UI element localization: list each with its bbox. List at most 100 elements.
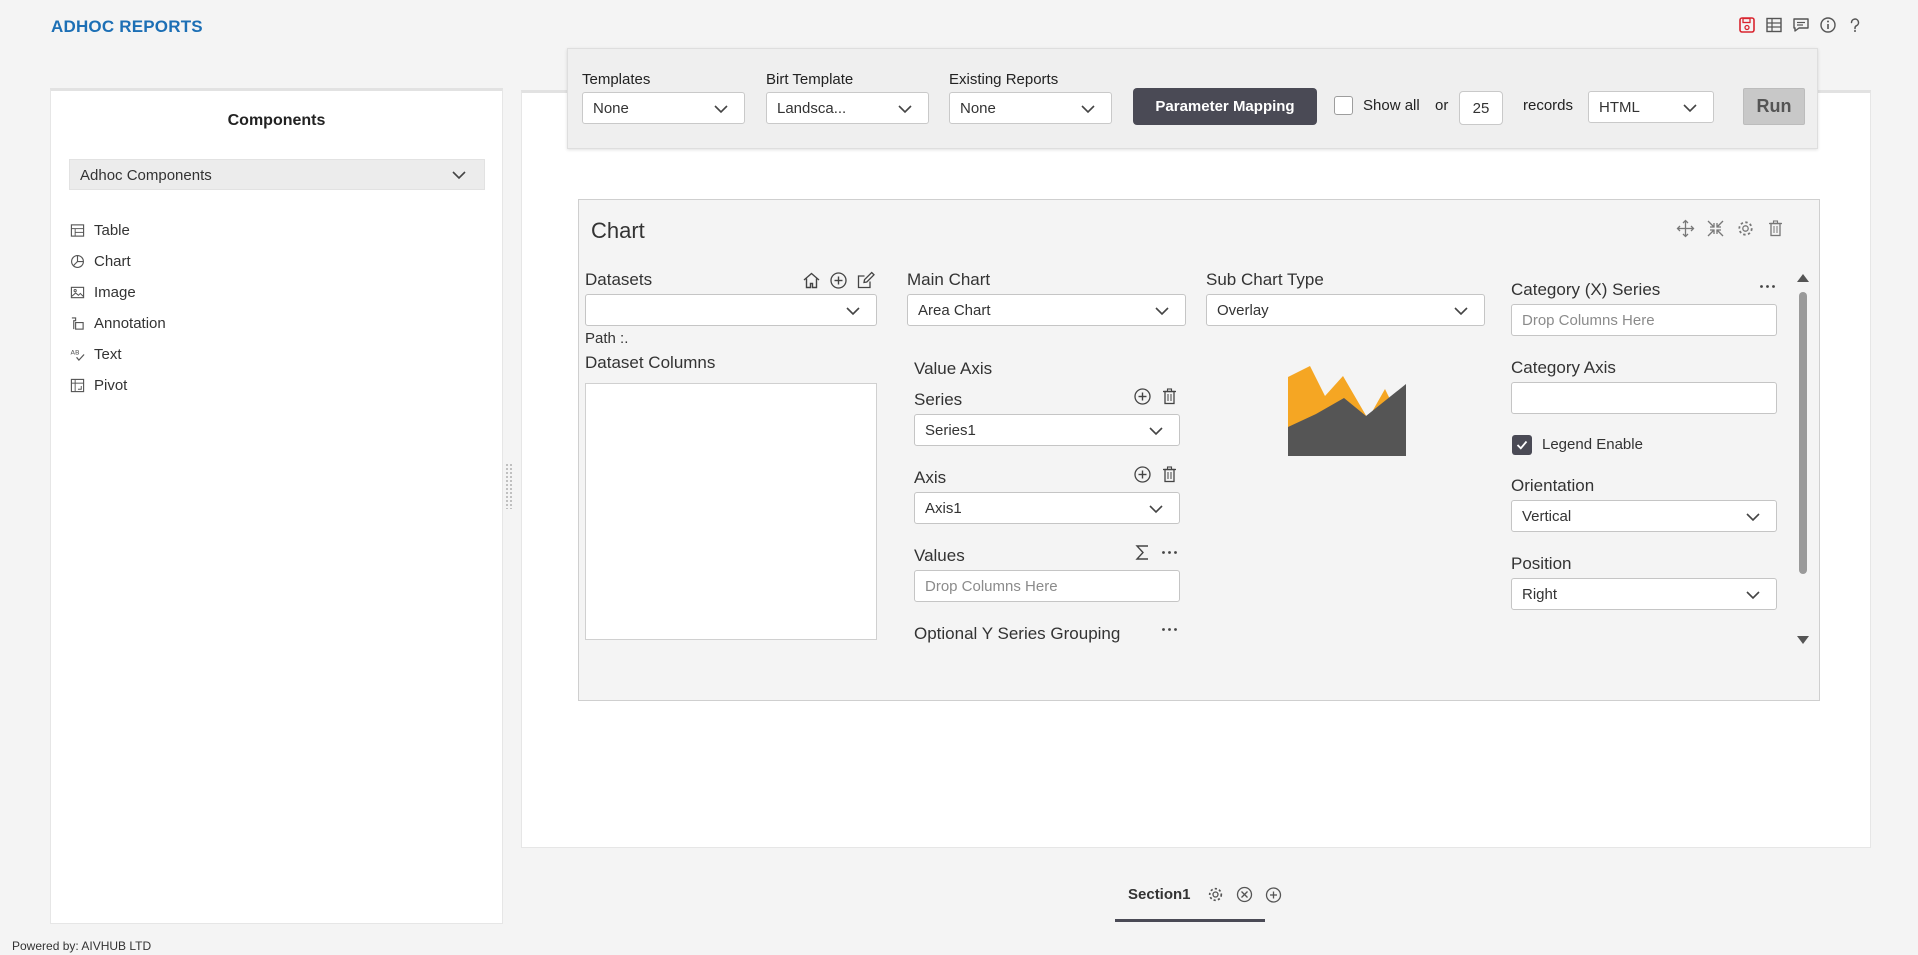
chart-title: Chart: [591, 218, 645, 243]
orientation-select[interactable]: Vertical: [1511, 500, 1777, 532]
main-chart-value: Area Chart: [918, 302, 991, 319]
components-title: Components: [227, 112, 326, 129]
component-item-label: Chart: [94, 253, 131, 270]
scroll-down-icon[interactable]: [1797, 636, 1809, 644]
powered-by-footer: Powered by: AIVHUB LTD: [12, 939, 152, 953]
sigma-icon[interactable]: [1132, 542, 1152, 562]
axis-label: Axis: [914, 468, 947, 487]
table-icon: [69, 223, 85, 239]
chevron-down-icon: [1452, 302, 1470, 324]
trash-icon[interactable]: [1766, 219, 1785, 238]
dataset-columns-list[interactable]: [585, 383, 877, 640]
section-tools: [1206, 885, 1283, 904]
components-dropdown-value: Adhoc Components: [80, 167, 212, 184]
datasets-select[interactable]: [585, 294, 877, 326]
component-item-annotation[interactable]: Annotation: [69, 308, 166, 339]
axis-select[interactable]: Axis1: [914, 492, 1180, 524]
home-icon[interactable]: [801, 270, 821, 290]
values-label: Values: [914, 546, 965, 565]
birt-template-select[interactable]: Landsca...: [766, 92, 929, 124]
records-label: records: [1523, 97, 1574, 114]
delete-series-icon[interactable]: [1159, 386, 1179, 406]
chart-tools: [1676, 219, 1785, 238]
component-item-text[interactable]: AB Text: [69, 339, 166, 370]
add-axis-icon[interactable]: [1132, 464, 1152, 484]
component-item-pivot[interactable]: Pivot: [69, 370, 166, 401]
optional-y-series-label: Optional Y Series Grouping: [914, 624, 1121, 643]
run-button[interactable]: Run: [1743, 88, 1805, 125]
chevron-down-icon: [1153, 302, 1171, 324]
move-icon[interactable]: [1676, 219, 1695, 238]
gear-icon[interactable]: [1206, 885, 1225, 904]
category-axis-input[interactable]: [1511, 382, 1777, 414]
component-item-label: Image: [94, 284, 136, 301]
legend-enable-checkbox[interactable]: [1512, 435, 1532, 455]
category-axis-label: Category Axis: [1511, 358, 1616, 377]
chevron-down-icon: [1681, 99, 1699, 121]
help-icon[interactable]: [1846, 16, 1864, 34]
axis-value: Axis1: [925, 500, 962, 517]
main-chart-label: Main Chart: [907, 270, 991, 289]
chevron-down-icon: [712, 100, 730, 122]
existing-reports-label: Existing Reports: [949, 71, 1059, 88]
pivot-icon: [69, 378, 85, 394]
more-options-icon[interactable]: [1757, 276, 1777, 296]
area-chart-preview-icon: [1288, 364, 1406, 456]
output-format-select[interactable]: HTML: [1588, 91, 1714, 123]
position-select[interactable]: Right: [1511, 578, 1777, 610]
chevron-down-icon: [1744, 508, 1762, 530]
edit-icon[interactable]: [855, 270, 875, 290]
panel-resize-handle[interactable]: [505, 463, 513, 509]
more-options-icon[interactable]: [1159, 619, 1179, 639]
position-value: Right: [1522, 586, 1558, 603]
chevron-down-icon: [1147, 500, 1165, 522]
section-tab[interactable]: Section1: [1115, 878, 1282, 922]
templates-select[interactable]: None: [582, 92, 745, 124]
more-options-icon[interactable]: [1159, 542, 1179, 562]
parameter-mapping-button[interactable]: Parameter Mapping: [1133, 88, 1317, 125]
comment-icon[interactable]: [1792, 16, 1810, 34]
birt-template-label: Birt Template: [766, 71, 854, 88]
main-chart-select[interactable]: Area Chart: [907, 294, 1186, 326]
chevron-down-icon: [1079, 100, 1097, 122]
show-all-checkbox[interactable]: [1334, 96, 1353, 115]
orientation-label: Orientation: [1511, 476, 1595, 495]
series-select[interactable]: Series1: [914, 414, 1180, 446]
delete-axis-icon[interactable]: [1159, 464, 1179, 484]
existing-reports-select[interactable]: None: [949, 92, 1112, 124]
records-count-input[interactable]: 25: [1459, 91, 1503, 125]
sub-chart-type-select[interactable]: Overlay: [1206, 294, 1485, 326]
chart-component: Chart Datasets Path :. Dataset Columns M…: [578, 199, 1820, 701]
component-item-label: Table: [94, 222, 130, 239]
add-icon[interactable]: [828, 270, 848, 290]
image-icon: [69, 285, 85, 301]
table-icon[interactable]: [1765, 16, 1783, 34]
chevron-down-icon: [1744, 586, 1762, 608]
scrollbar-thumb[interactable]: [1799, 292, 1807, 574]
info-icon[interactable]: [1819, 16, 1837, 34]
add-series-icon[interactable]: [1132, 386, 1152, 406]
values-drop-zone[interactable]: Drop Columns Here: [914, 570, 1180, 602]
category-x-drop-zone[interactable]: Drop Columns Here: [1511, 304, 1777, 336]
component-item-label: Pivot: [94, 377, 128, 394]
component-item-chart[interactable]: Chart: [69, 246, 166, 277]
app-title: ADHOC REPORTS: [51, 17, 203, 36]
scroll-up-icon[interactable]: [1797, 274, 1809, 282]
properties-scrollbar[interactable]: [1797, 274, 1809, 644]
collapse-icon[interactable]: [1706, 219, 1725, 238]
component-item-table[interactable]: Table: [69, 215, 166, 246]
series-label: Series: [914, 390, 963, 409]
chevron-down-icon: [844, 302, 862, 324]
report-toolbar: Templates None Birt Template Landsca... …: [567, 48, 1818, 149]
save-icon[interactable]: [1738, 16, 1756, 34]
sub-chart-type-value: Overlay: [1217, 302, 1269, 319]
components-dropdown[interactable]: Adhoc Components: [69, 159, 485, 190]
legend-enable-label: Legend Enable: [1542, 436, 1643, 453]
gear-icon[interactable]: [1736, 219, 1755, 238]
output-format-value: HTML: [1599, 99, 1640, 116]
chevron-down-icon: [450, 166, 468, 188]
component-item-image[interactable]: Image: [69, 277, 166, 308]
add-section-icon[interactable]: [1264, 885, 1283, 904]
component-item-label: Annotation: [94, 315, 166, 332]
close-icon[interactable]: [1235, 885, 1254, 904]
